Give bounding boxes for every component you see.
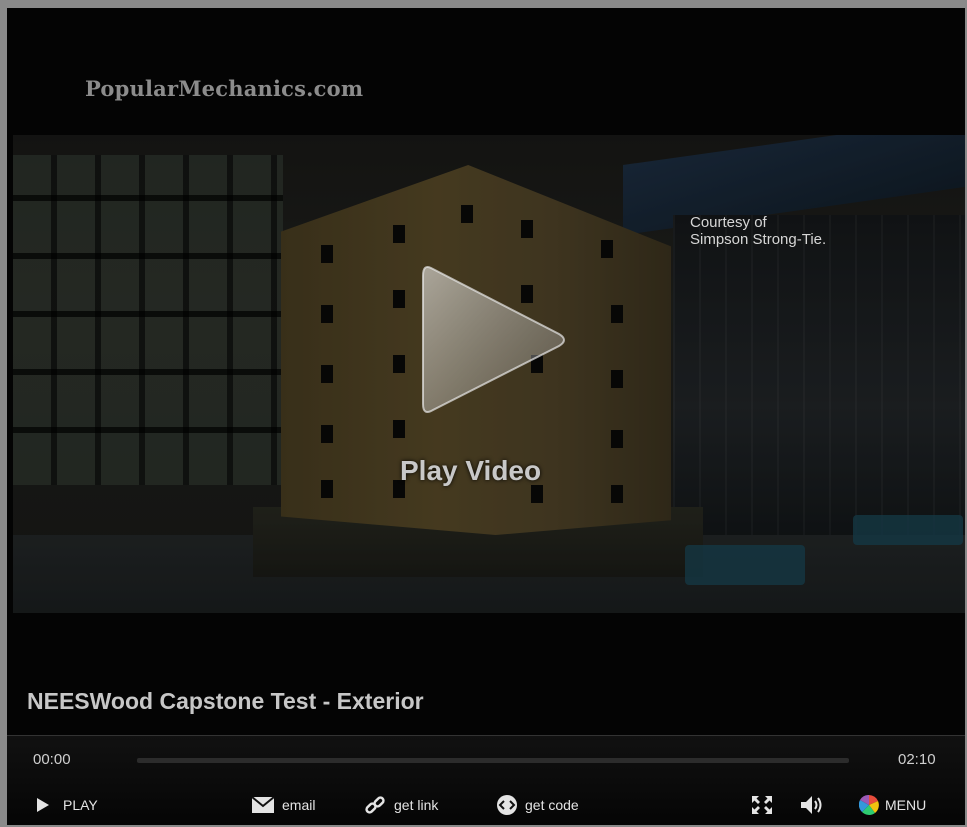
email-button[interactable]: email bbox=[252, 794, 315, 816]
video-title: NEESWood Capstone Test - Exterior bbox=[27, 688, 424, 714]
menu-button[interactable]: MENU bbox=[859, 794, 926, 816]
progress-bar[interactable] bbox=[137, 758, 849, 763]
courtesy-caption: Courtesy of Simpson Strong-Tie. bbox=[690, 214, 827, 248]
volume-button[interactable] bbox=[801, 794, 825, 816]
menu-icon bbox=[859, 795, 879, 815]
current-time: 00:00 bbox=[33, 751, 71, 768]
duration: 02:10 bbox=[898, 751, 936, 768]
brand-watermark: PopularMechanics.com bbox=[85, 76, 364, 101]
big-play-icon[interactable] bbox=[419, 260, 569, 420]
fullscreen-button[interactable] bbox=[752, 794, 772, 816]
get-link-button[interactable]: get link bbox=[364, 794, 438, 816]
fullscreen-icon bbox=[752, 796, 772, 814]
play-icon bbox=[37, 798, 49, 812]
play-button[interactable]: PLAY bbox=[37, 794, 98, 816]
code-icon bbox=[497, 795, 517, 815]
link-icon bbox=[365, 796, 385, 814]
envelope-icon bbox=[252, 797, 274, 813]
volume-icon bbox=[801, 796, 822, 814]
get-code-button[interactable]: get code bbox=[497, 794, 579, 816]
control-bar: 00:00 02:10 PLAY email get link get code bbox=[7, 735, 965, 825]
play-video-label[interactable]: Play Video bbox=[400, 455, 541, 487]
video-player: PopularMechanics.com Courtesy of Simpson… bbox=[7, 8, 965, 825]
video-area[interactable]: PopularMechanics.com Courtesy of Simpson… bbox=[7, 8, 965, 735]
